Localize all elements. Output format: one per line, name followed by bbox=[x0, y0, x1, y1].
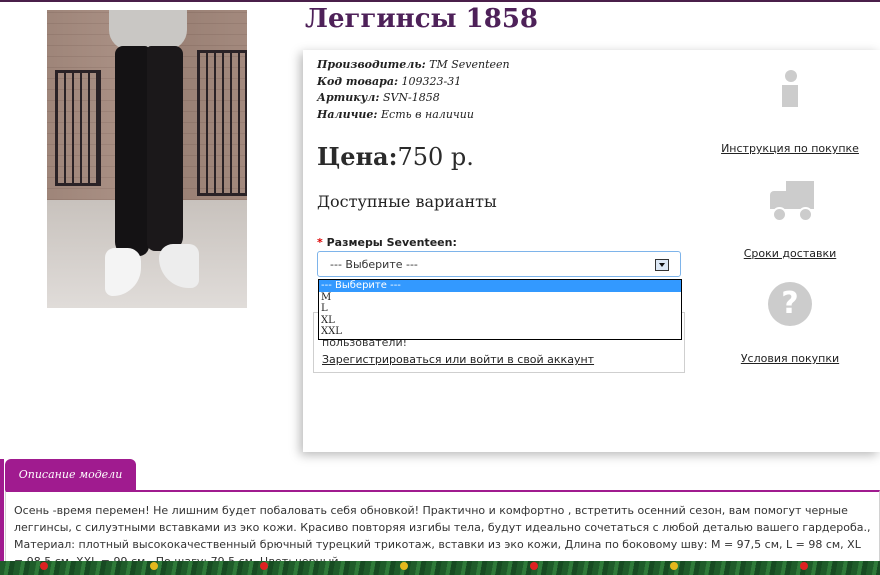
question-icon[interactable]: ? bbox=[768, 282, 812, 326]
dropdown-option[interactable]: XXL bbox=[319, 326, 681, 338]
garland-bulb bbox=[260, 562, 268, 570]
size-select[interactable]: --- Выберите --- bbox=[317, 251, 681, 277]
required-mark: * bbox=[317, 236, 323, 249]
purchase-conditions-link[interactable]: Условия покупки bbox=[715, 352, 865, 365]
manufacturer-label: Производитель: bbox=[317, 58, 426, 71]
code-value: 109323-31 bbox=[401, 74, 462, 88]
dropdown-option[interactable]: L bbox=[319, 303, 681, 315]
dropdown-option[interactable]: --- Выберите --- bbox=[319, 280, 681, 292]
availability-value: Есть в наличии bbox=[381, 107, 474, 121]
size-option-label: * Размеры Seventeen: bbox=[317, 236, 457, 249]
dropdown-option[interactable]: M bbox=[319, 292, 681, 304]
product-photo[interactable] bbox=[47, 10, 247, 308]
sku-label: Артикул: bbox=[317, 91, 380, 104]
page-title: Леггинсы 1858 bbox=[305, 4, 539, 34]
manufacturer-value: TM Seventeen bbox=[429, 58, 510, 71]
sku-value: SVN-1858 bbox=[382, 91, 440, 104]
accent-bar bbox=[0, 459, 4, 575]
description-text: Осень -время перемен! Не лишним будет по… bbox=[14, 504, 871, 568]
chevron-down-icon[interactable] bbox=[655, 259, 669, 271]
info-icon[interactable] bbox=[780, 70, 800, 110]
garland-bulb bbox=[530, 562, 538, 570]
price: Цена:750 р. bbox=[317, 142, 474, 171]
delivery-terms-link[interactable]: Сроки доставки bbox=[715, 247, 865, 260]
delivery-terms[interactable]: Сроки доставки bbox=[715, 181, 865, 260]
availability-label: Наличие: bbox=[317, 107, 378, 121]
garland-bulb bbox=[40, 562, 48, 570]
purchase-instructions[interactable]: Инструкция по покупке bbox=[715, 70, 865, 155]
product-specs: Производитель: TM Seventeen Код товара: … bbox=[317, 57, 510, 123]
garland-bulb bbox=[800, 562, 808, 570]
size-option-text: Размеры Seventeen: bbox=[326, 236, 457, 249]
price-value: 750 р. bbox=[397, 143, 474, 171]
size-select-value: --- Выберите --- bbox=[330, 258, 418, 271]
photo-coat bbox=[109, 10, 187, 50]
garland-bulb bbox=[150, 562, 158, 570]
garland-bulb bbox=[670, 562, 678, 570]
tab-description[interactable]: Описание модели bbox=[5, 459, 136, 490]
product-info-panel: Производитель: TM Seventeen Код товара: … bbox=[303, 50, 880, 452]
photo-leg bbox=[147, 46, 183, 251]
size-dropdown-list[interactable]: --- Выберите --- M L XL XXL bbox=[318, 279, 682, 340]
photo-window-grill bbox=[197, 50, 247, 196]
top-border bbox=[0, 0, 880, 2]
festive-garland bbox=[0, 561, 880, 575]
truck-icon[interactable] bbox=[766, 181, 814, 222]
garland-bulb bbox=[400, 562, 408, 570]
variants-heading: Доступные варианты bbox=[317, 192, 497, 211]
price-label: Цена: bbox=[317, 142, 398, 171]
purchase-conditions[interactable]: ? Условия покупки bbox=[715, 282, 865, 365]
photo-leg bbox=[115, 46, 149, 256]
purchase-instructions-link[interactable]: Инструкция по покупке bbox=[715, 142, 865, 155]
code-label: Код товара: bbox=[317, 74, 399, 88]
dropdown-option[interactable]: XL bbox=[319, 315, 681, 327]
register-link[interactable]: Зарегистрироваться или войти в свой акка… bbox=[322, 353, 594, 366]
photo-window-grill bbox=[55, 70, 101, 186]
